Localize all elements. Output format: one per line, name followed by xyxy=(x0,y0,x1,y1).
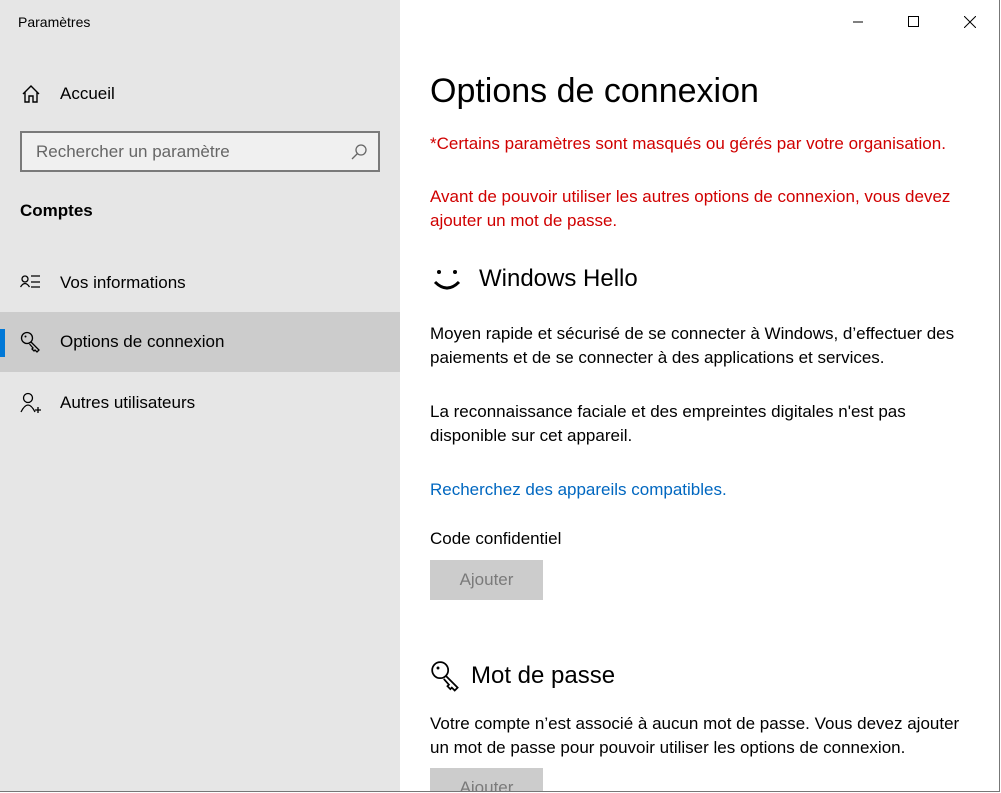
compatible-devices-link[interactable]: Recherchez des appareils compatibles. xyxy=(430,478,727,502)
close-icon xyxy=(964,16,976,28)
key-icon xyxy=(431,661,459,692)
sidebar-item-vos-informations[interactable]: Vos informations xyxy=(0,253,400,313)
sidebar-item-label: Vos informations xyxy=(60,273,186,292)
org-warning: *Certains paramètres sont masqués ou gér… xyxy=(430,134,946,153)
person-list-icon xyxy=(20,275,40,288)
nav-home[interactable]: Accueil xyxy=(0,64,400,124)
windows-hello-heading: Windows Hello xyxy=(430,264,638,294)
search-icon[interactable] xyxy=(350,143,368,161)
sidebar-item-autres-utilisateurs[interactable]: Autres utilisateurs xyxy=(0,373,400,433)
password-warning: Avant de pouvoir utiliser les autres opt… xyxy=(430,187,951,230)
password-description: Votre compte n’est associé à aucun mot d… xyxy=(430,714,960,757)
category-heading: Comptes xyxy=(20,201,93,220)
search-input[interactable]: Rechercher un paramètre xyxy=(20,131,380,172)
sidebar: Paramètres Accueil Rechercher un paramèt… xyxy=(0,0,400,791)
pin-label: Code confidentiel xyxy=(430,529,562,548)
nav-home-label: Accueil xyxy=(60,84,115,103)
windows-hello-title: Windows Hello xyxy=(479,265,638,292)
close-button[interactable] xyxy=(942,0,998,44)
add-password-button[interactable]: Ajouter xyxy=(430,768,543,791)
maximize-button[interactable] xyxy=(886,0,942,44)
minimize-icon xyxy=(853,21,863,23)
password-heading: Mot de passe xyxy=(430,660,615,692)
hello-unavailable: La reconnaissance faciale et des emprein… xyxy=(430,402,906,445)
search-placeholder: Rechercher un paramètre xyxy=(36,141,230,161)
hello-description: Moyen rapide et sécurisé de se connecter… xyxy=(430,324,955,367)
smiley-icon xyxy=(433,270,461,290)
key-icon xyxy=(20,331,40,353)
settings-window: Paramètres Accueil Rechercher un paramèt… xyxy=(0,0,1000,792)
minimize-button[interactable] xyxy=(830,0,886,44)
sidebar-item-label: Options de connexion xyxy=(60,332,225,351)
add-pin-button[interactable]: Ajouter xyxy=(430,560,543,600)
app-title: Paramètres xyxy=(18,14,91,30)
password-title: Mot de passe xyxy=(471,662,616,689)
sidebar-item-options-de-connexion[interactable]: Options de connexion xyxy=(0,312,400,372)
person-add-icon xyxy=(20,392,41,413)
maximize-icon xyxy=(908,16,919,27)
home-icon xyxy=(22,85,40,103)
page-title: Options de connexion xyxy=(430,72,759,110)
sidebar-item-label: Autres utilisateurs xyxy=(60,393,196,412)
